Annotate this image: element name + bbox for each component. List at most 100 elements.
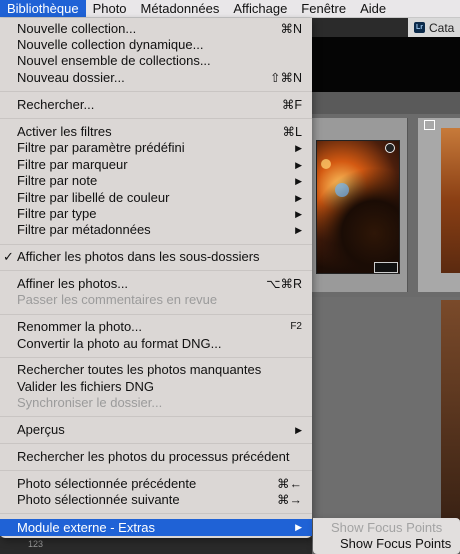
menu-item-apercus[interactable]: Aperçus ▶ (0, 422, 312, 438)
menu-item-label: Valider les fichiers DNG (17, 379, 155, 394)
menu-item-label: Module externe - Extras (17, 520, 156, 535)
menu-item-synchroniser: Synchroniser le dossier... (0, 395, 312, 411)
submenu-arrow-icon: ▶ (295, 176, 302, 186)
menu-item-photo-suivante[interactable]: Photo sélectionnée suivante ⌘→ (0, 492, 312, 508)
shortcut-label: ⌘F (281, 98, 302, 112)
submenu-item-focus-points-disabled: Show Focus Points (331, 520, 443, 535)
menu-item-label: Filtre par marqueur (17, 157, 128, 172)
menu-item-label: Passer les commentaires en revue (17, 292, 218, 307)
menu-item-module-externe[interactable]: Module externe - Extras ▶ (0, 519, 312, 536)
menu-item-rechercher[interactable]: Rechercher... ⌘F (0, 97, 312, 113)
window-tab-strip: Lr Cata (312, 18, 460, 37)
menu-item-nouveau-dossier[interactable]: Nouveau dossier... ⇧⌘N (0, 70, 312, 86)
checkmark-icon: ✓ (3, 249, 14, 264)
app-header-area (312, 37, 460, 92)
submenu-item-show-focus-points[interactable]: Show Focus Points (340, 535, 451, 552)
menu-aide[interactable]: Aide (353, 0, 393, 17)
bokeh-light (321, 159, 331, 169)
shortcut-label: ⌘→ (277, 493, 302, 507)
catalog-tab-label: Cata (429, 20, 455, 35)
menu-item-label: Synchroniser le dossier... (17, 395, 163, 410)
menu-item-label: Photo sélectionnée suivante (17, 492, 180, 507)
submenu-arrow-icon: ▶ (295, 209, 302, 219)
grid-cell[interactable] (312, 297, 460, 554)
submenu-arrow-icon: ▶ (295, 160, 302, 170)
menu-item-label: Nouvel ensemble de collections... (17, 53, 211, 68)
menu-item-filtre-metadonnees[interactable]: Filtre par métadonnées ▶ (0, 222, 312, 238)
shortcut-label: ⇧⌘N (269, 71, 302, 85)
menu-bibliotheque[interactable]: Bibliothèque (0, 0, 86, 17)
menu-item-label: Filtre par type (17, 206, 97, 221)
menu-separator (0, 443, 312, 444)
menu-item-label: Nouvelle collection dynamique... (17, 37, 204, 52)
menu-item-label: Afficher les photos dans les sous-dossie… (17, 249, 260, 264)
lightroom-app-icon: Lr (414, 22, 425, 33)
menu-separator (0, 244, 312, 245)
menu-item-photos-manquantes[interactable]: Rechercher toutes les photos manquantes (0, 362, 312, 378)
shortcut-label: ⌥⌘R (266, 277, 302, 291)
menu-item-collection-dynamique[interactable]: Nouvelle collection dynamique... (0, 37, 312, 53)
photo-thumbnail[interactable] (316, 140, 400, 274)
menu-item-activer-filtres[interactable]: Activer les filtres ⌘L (0, 124, 312, 140)
shortcut-label: ⌘← (277, 477, 302, 491)
extras-submenu: Show Focus Points Show Focus Points (313, 518, 460, 554)
menu-item-label: Filtre par libellé de couleur (17, 190, 170, 205)
menu-separator (0, 357, 312, 358)
menu-item-label: Rechercher toutes les photos manquantes (17, 362, 262, 377)
menu-item-label: Filtre par note (17, 173, 98, 188)
photo-thumbnail[interactable] (441, 300, 460, 520)
menu-item-nouvelle-collection[interactable]: Nouvelle collection... ⌘N (0, 21, 312, 37)
bokeh-light (335, 183, 349, 197)
panel-count: 123 (28, 539, 44, 549)
flag-icon[interactable] (424, 120, 435, 130)
menu-item-affiner-photos[interactable]: Affiner les photos... ⌥⌘R (0, 276, 312, 292)
bibliotheque-menu: Nouvelle collection... ⌘N Nouvelle colle… (0, 18, 312, 538)
menu-item-filtre-marqueur[interactable]: Filtre par marqueur ▶ (0, 157, 312, 173)
menu-item-sous-dossiers[interactable]: ✓ Afficher les photos dans les sous-doss… (0, 249, 312, 265)
edit-badge-icon (374, 262, 398, 273)
menu-separator (0, 513, 312, 514)
submenu-arrow-icon: ▶ (295, 522, 302, 532)
submenu-arrow-icon: ▶ (295, 425, 302, 435)
menu-item-label: Aperçus (17, 422, 65, 437)
submenu-arrow-icon: ▶ (295, 193, 302, 203)
menu-affichage[interactable]: Affichage (226, 0, 294, 17)
menu-item-label: Nouvelle collection... (17, 21, 137, 36)
menu-item-label: Nouveau dossier... (17, 70, 125, 85)
menu-item-label: Renommer la photo... (17, 319, 143, 334)
menu-item-valider-dng[interactable]: Valider les fichiers DNG (0, 379, 312, 395)
menu-item-filtre-parametre[interactable]: Filtre par paramètre prédéfini ▶ (0, 140, 312, 156)
menu-item-filtre-couleur[interactable]: Filtre par libellé de couleur ▶ (0, 190, 312, 206)
menu-item-processus-precedent[interactable]: Rechercher les photos du processus précé… (0, 449, 312, 465)
menu-item-ensemble-collections[interactable]: Nouvel ensemble de collections... (0, 53, 312, 69)
menu-item-label: Photo sélectionnée précédente (17, 476, 197, 491)
menu-item-renommer[interactable]: Renommer la photo... F2 (0, 319, 312, 335)
menu-separator (0, 270, 312, 271)
selection-circle-icon[interactable] (385, 143, 395, 153)
menu-separator (0, 416, 312, 417)
menu-separator (0, 91, 312, 92)
menu-item-label: Filtre par métadonnées (17, 222, 151, 237)
menu-metadonnees[interactable]: Métadonnées (134, 0, 227, 17)
menu-item-label: Activer les filtres (17, 124, 112, 139)
menu-item-filtre-type[interactable]: Filtre par type ▶ (0, 206, 312, 222)
menu-item-label: Filtre par paramètre prédéfini (17, 140, 185, 155)
photo-thumbnail[interactable] (441, 128, 460, 273)
menu-item-label: Affiner les photos... (17, 276, 129, 291)
menu-item-label: Rechercher... (17, 97, 95, 112)
menu-item-convertir-dng[interactable]: Convertir la photo au format DNG... (0, 336, 312, 352)
menu-item-filtre-note[interactable]: Filtre par note ▶ (0, 173, 312, 189)
shortcut-label: ⌘L (282, 125, 302, 139)
menu-bar: Bibliothèque Photo Métadonnées Affichage… (0, 0, 460, 18)
menu-photo[interactable]: Photo (86, 0, 134, 17)
catalog-tab[interactable]: Lr Cata (408, 18, 460, 37)
menu-item-label: Rechercher les photos du processus précé… (17, 449, 290, 464)
submenu-arrow-icon: ▶ (295, 225, 302, 235)
submenu-arrow-icon: ▶ (295, 143, 302, 153)
menu-item-commentaires: Passer les commentaires en revue (0, 292, 312, 308)
menu-item-photo-precedente[interactable]: Photo sélectionnée précédente ⌘← (0, 476, 312, 492)
menu-separator (0, 470, 312, 471)
menu-fenetre[interactable]: Fenêtre (294, 0, 353, 17)
menu-separator (0, 314, 312, 315)
menu-separator (0, 118, 312, 119)
